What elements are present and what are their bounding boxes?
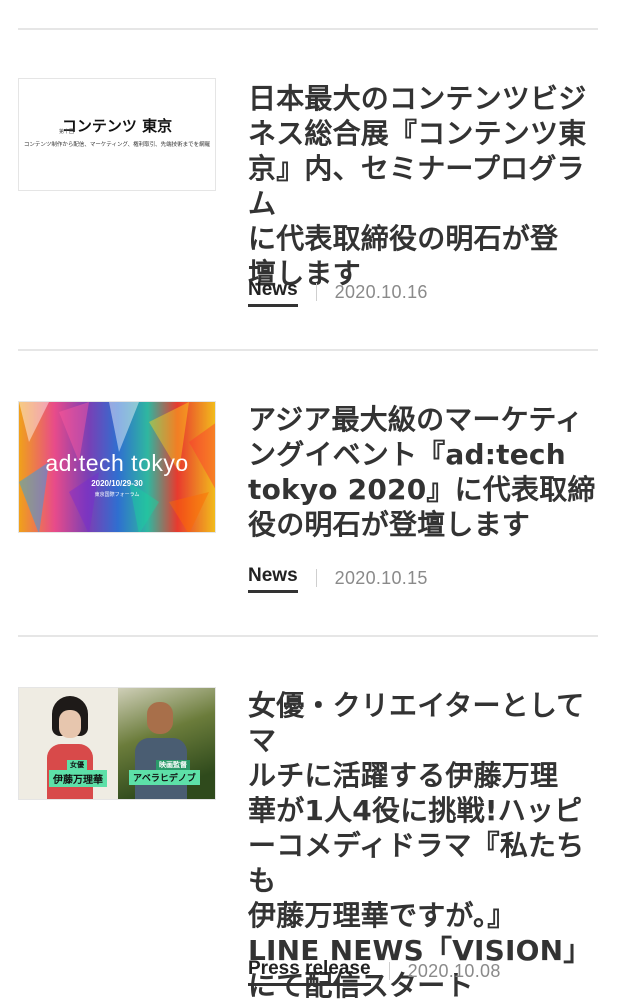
title-line: 日本最大のコンテンツビジ (248, 82, 587, 115)
name-label: アベラヒデノブ (129, 770, 200, 785)
article-thumbnail[interactable]: 第十回 コンテンツ 東京 コンテンツ制作から配信、マーケティング、権利取引、先端… (18, 78, 216, 191)
category-link[interactable]: Press release (248, 956, 371, 986)
title-line: ングイベント『ad:tech (248, 438, 566, 471)
title-line: アジア最大級のマーケティ (248, 403, 584, 436)
title-line: 華が1人4役に挑戦!ハッピ (248, 794, 583, 827)
category-link[interactable]: News (248, 563, 298, 593)
article-title[interactable]: 日本最大のコンテンツビジ ネス総合展『コンテンツ東 京』内、セミナープログラム … (248, 81, 598, 291)
article-date: 2020.10.16 (334, 281, 428, 302)
divider (18, 349, 598, 351)
article-thumbnail[interactable]: ad:tech tokyo 2020/10/29-30 東京国際フォーラム (18, 401, 216, 533)
role-label: 映画監督 (156, 760, 190, 770)
title-line: に代表取締役の明石が登 (248, 222, 559, 255)
article-meta: News 2020.10.16 (248, 275, 428, 309)
article-meta: Press release 2020.10.08 (248, 954, 501, 988)
divider (18, 28, 598, 30)
article-date: 2020.10.08 (407, 960, 501, 981)
title-line: 伊藤万理華ですが。』 (248, 899, 516, 932)
event-venue: 東京国際フォーラム (94, 492, 140, 498)
thumbnail-subtitle: コンテンツ制作から配信、マーケティング、権利取引、先端技術までを網羅 (23, 142, 211, 148)
article-title[interactable]: アジア最大級のマーケティ ングイベント『ad:tech tokyo 2020』に… (248, 402, 598, 542)
meta-separator (388, 962, 390, 980)
title-line: 女優・クリエイターとしてマ (248, 689, 585, 757)
name-label: 伊藤万理華 (49, 770, 107, 787)
role-label: 女優 (67, 760, 87, 770)
article-thumbnail[interactable]: 女優 伊藤万理華 映画監督 アベラヒデノブ (18, 687, 216, 800)
director-face (147, 702, 173, 734)
divider (18, 635, 598, 637)
title-line: ルチに活躍する伊藤万理 (248, 759, 559, 792)
event-dates: 2020/10/29-30 (91, 479, 143, 488)
news-list: 第十回 コンテンツ 東京 コンテンツ制作から配信、マーケティング、権利取引、先端… (0, 0, 622, 1002)
meta-separator (315, 283, 317, 301)
thumbnail-logo-text: コンテンツ 東京 (61, 117, 173, 135)
meta-separator (315, 569, 317, 587)
category-link[interactable]: News (248, 277, 298, 307)
title-line: ネス総合展『コンテンツ東 (248, 117, 587, 150)
title-line: 役の明石が登壇します (248, 508, 531, 541)
title-line: 京』内、セミナープログラム (248, 152, 585, 220)
adtech-logo: ad:tech tokyo (45, 450, 189, 476)
title-line: tokyo 2020』に代表取締 (248, 473, 596, 506)
title-line: ーコメディドラマ『私たちも (248, 829, 585, 897)
article-meta: News 2020.10.15 (248, 561, 428, 595)
thumbnail-caption: 第十回 (59, 129, 75, 135)
article-date: 2020.10.15 (334, 567, 428, 588)
actress-face (59, 710, 81, 738)
